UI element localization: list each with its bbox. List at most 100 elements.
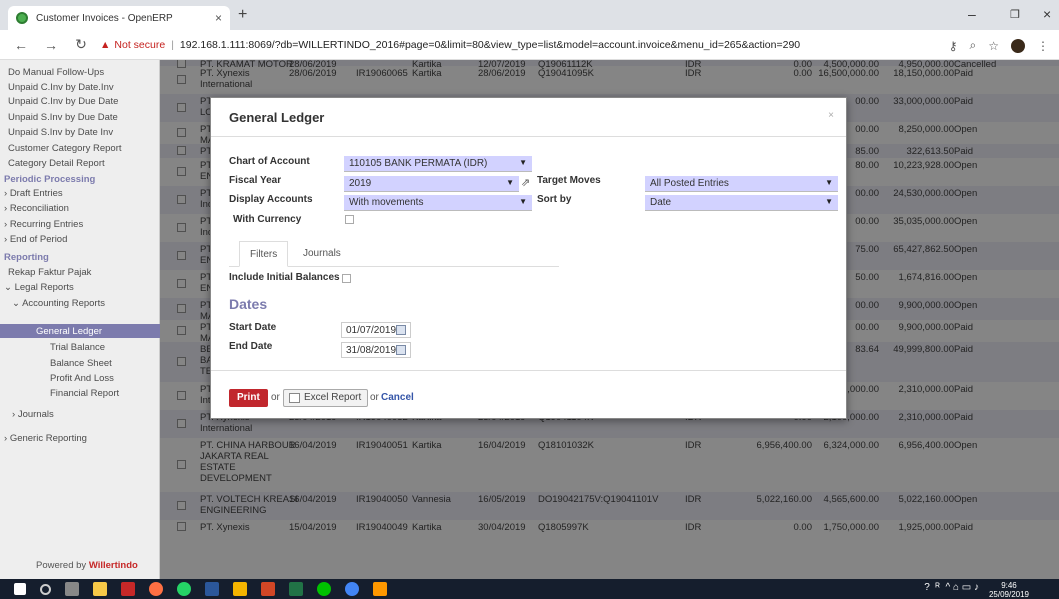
with-currency-label: With Currency	[233, 214, 302, 225]
sidebar-item-rekap[interactable]: Rekap Faktur Pajak	[8, 267, 91, 278]
close-tab-icon[interactable]: ×	[215, 11, 222, 25]
sort-by-select[interactable]: Date ▼	[645, 195, 838, 211]
sidebar-item-profit-loss[interactable]: Profit And Loss	[50, 373, 114, 384]
calendar-icon[interactable]	[396, 345, 406, 355]
fiscal-year-select[interactable]: 2019 ▼	[344, 176, 519, 192]
word-icon[interactable]	[205, 582, 219, 596]
zoom-icon[interactable]: ⌕	[970, 38, 977, 53]
line-icon[interactable]	[317, 582, 331, 596]
sidebar-item-generic[interactable]: › Generic Reporting	[4, 433, 87, 444]
powerpoint-icon[interactable]	[261, 582, 275, 596]
file-explorer-icon[interactable]	[93, 582, 107, 596]
reload-icon[interactable]: ↻	[72, 36, 90, 53]
sidebar-item-trial-balance[interactable]: Trial Balance	[50, 342, 105, 353]
sticky-notes-icon[interactable]	[233, 582, 247, 596]
target-moves-label: Target Moves	[537, 175, 601, 186]
dropdown-arrow-icon: ▼	[825, 178, 833, 187]
print-button[interactable]: Print	[229, 389, 268, 407]
end-date-input[interactable]: 31/08/2019	[341, 342, 411, 358]
sidebar-item-reconciliation[interactable]: › Reconciliation	[4, 203, 69, 214]
sidebar-heading-periodic[interactable]: Periodic Processing	[4, 174, 95, 185]
display-accounts-label: Display Accounts	[229, 194, 313, 205]
omnibox[interactable]: ▲ Not secure | 192.168.1.111:8069/?db=WI…	[100, 39, 800, 51]
sidebar-item[interactable]: Category Detail Report	[8, 158, 105, 169]
initial-balances-checkbox[interactable]	[342, 274, 351, 283]
dropdown-arrow-icon: ▼	[506, 178, 514, 187]
dropdown-arrow-icon: ▼	[825, 197, 833, 206]
calendar-icon[interactable]	[396, 325, 406, 335]
minimize-icon[interactable]: –	[968, 6, 976, 22]
sidebar-item-journals[interactable]: › Journals	[12, 409, 54, 420]
close-icon[interactable]: ×	[828, 110, 834, 121]
open-record-icon[interactable]: ⇗	[521, 176, 530, 189]
sidebar-item-general-ledger[interactable]: General Ledger	[36, 326, 102, 337]
forward-icon[interactable]: →	[42, 37, 60, 53]
start-date-input[interactable]: 01/07/2019	[341, 322, 411, 338]
restore-icon[interactable]: ❐	[1010, 8, 1020, 21]
sidebar-item[interactable]: Unpaid S.Inv by Due Date	[8, 112, 118, 123]
browser-tab-bar: Customer Invoices - OpenERP × + – ❐ ×	[0, 0, 1059, 30]
clock[interactable]: 9:46 25/09/2019	[989, 581, 1029, 599]
warning-icon: ▲	[100, 38, 111, 51]
chart-of-account-select[interactable]: 110105 BANK PERMATA (IDR) ▼	[344, 156, 532, 172]
windows-taskbar	[0, 579, 1059, 599]
start-date-label: Start Date	[229, 322, 277, 333]
sidebar-heading-reporting[interactable]: Reporting	[4, 252, 49, 263]
initial-balances-label: Include Initial Balances	[229, 272, 340, 283]
sidebar-item[interactable]: Unpaid C.Inv by Due Date	[8, 96, 118, 107]
new-tab-icon[interactable]: +	[238, 6, 247, 24]
key-icon[interactable]: ⚷	[949, 39, 958, 53]
sidebar-item-end-period[interactable]: › End of Period	[4, 234, 67, 245]
dialog-tabs: Filters Journals	[229, 241, 559, 267]
menu-icon[interactable]: ⋮	[1037, 39, 1049, 53]
sort-by-label: Sort by	[537, 194, 572, 205]
sidebar-item-balance-sheet[interactable]: Balance Sheet	[50, 358, 112, 369]
sidebar-item[interactable]: Customer Category Report	[8, 143, 122, 154]
dates-heading: Dates	[229, 296, 268, 312]
app-icon[interactable]	[121, 582, 135, 596]
tab-filters[interactable]: Filters	[239, 241, 289, 267]
sidebar-item-accounting[interactable]: ⌄ Accounting Reports	[12, 298, 105, 309]
profile-avatar[interactable]	[1011, 38, 1025, 53]
powered-by: Powered by Willertindo	[36, 560, 138, 571]
star-icon[interactable]: ☆	[988, 39, 999, 53]
excel-report-button[interactable]: Excel Report	[283, 389, 369, 407]
sidebar-item-financial-report[interactable]: Financial Report	[50, 388, 119, 399]
display-accounts-select[interactable]: With movements ▼	[344, 195, 532, 211]
firefox-icon[interactable]	[149, 582, 163, 596]
sidebar-item-legal[interactable]: ⌄ Legal Reports	[4, 282, 74, 293]
url-text: 192.168.1.111:8069/?db=WILLERTINDO_2016#…	[179, 38, 801, 51]
dropdown-arrow-icon: ▼	[519, 158, 527, 167]
fiscal-year-label: Fiscal Year	[229, 175, 282, 186]
dropdown-arrow-icon: ▼	[519, 197, 527, 206]
print-icon	[289, 393, 300, 403]
cancel-link[interactable]: Cancel	[381, 392, 414, 403]
excel-icon[interactable]	[289, 582, 303, 596]
end-date-label: End Date	[229, 341, 273, 352]
tab-title: Customer Invoices - OpenERP	[36, 12, 173, 24]
windows-start-icon[interactable]	[14, 583, 26, 595]
or-text: or	[271, 392, 280, 403]
task-view-icon[interactable]	[65, 582, 79, 596]
sidebar-item[interactable]: Unpaid S.Inv by Date Inv	[8, 127, 113, 138]
search-icon[interactable]	[40, 583, 51, 595]
with-currency-checkbox[interactable]	[345, 215, 354, 224]
sidebar-item-draft[interactable]: › Draft Entries	[4, 188, 63, 199]
openerp-favicon-icon	[16, 12, 28, 24]
sidebar-item[interactable]: Unpaid C.Inv by Date.Inv	[8, 82, 114, 93]
tab-journals[interactable]: Journals	[293, 241, 351, 267]
chrome-icon[interactable]	[345, 582, 359, 596]
general-ledger-dialog: General Ledger × Chart of Account 110105…	[210, 97, 847, 419]
sidebar-item[interactable]: Do Manual Follow-Ups	[8, 67, 104, 78]
or-text: or	[370, 392, 379, 403]
target-moves-select[interactable]: All Posted Entries ▼	[645, 176, 838, 192]
system-tray[interactable]: ? ᴿ ^ ⌂ ▭ ♪	[924, 582, 979, 593]
not-secure-label: Not secure	[114, 38, 166, 51]
chart-of-account-label: Chart of Account	[229, 156, 310, 167]
app-icon[interactable]	[373, 582, 387, 596]
window-close-icon[interactable]: ×	[1043, 6, 1051, 22]
browser-tab[interactable]: Customer Invoices - OpenERP ×	[8, 6, 230, 30]
back-icon[interactable]: ←	[12, 37, 30, 53]
whatsapp-icon[interactable]	[177, 582, 191, 596]
sidebar-item-recurring[interactable]: › Recurring Entries	[4, 219, 83, 230]
